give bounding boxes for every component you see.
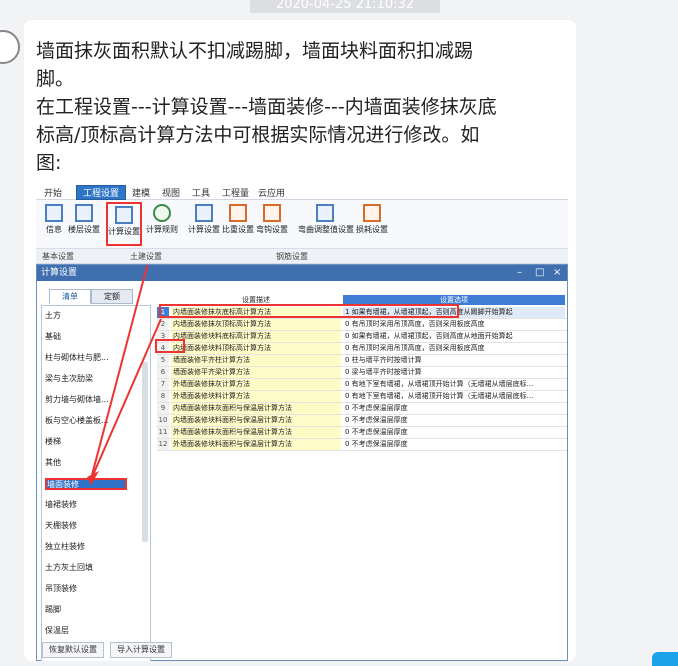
menu-item[interactable]: 开始 <box>44 186 62 199</box>
ribbon-button-calc-rules[interactable]: 计算规则 <box>144 202 180 246</box>
ribbon-button-weight[interactable]: 比重设置 <box>220 202 256 246</box>
message-line: 标高/顶标高计算方法中可根据实际情况进行修改。如 <box>36 124 480 146</box>
info-icon <box>45 204 63 222</box>
hook-icon <box>263 204 281 222</box>
ribbon-button-calc-settings[interactable]: 计算设置 <box>106 202 142 246</box>
corner-badge[interactable] <box>652 652 678 666</box>
ribbon-button-bend[interactable]: 弯曲调整值设置 <box>298 202 354 246</box>
avatar[interactable] <box>0 30 20 64</box>
menu-item[interactable]: 云应用 <box>258 186 285 199</box>
message-line: 脚。 <box>36 68 75 90</box>
app-menu-bar: 开始 工程设置 建模 视图 工具 工程量 云应用 <box>36 184 568 200</box>
menu-item[interactable]: 工具 <box>192 186 210 199</box>
ribbon-label: 比重设置 <box>222 225 254 234</box>
weight-icon <box>229 204 247 222</box>
ribbon-label: 楼层设置 <box>68 225 100 234</box>
ribbon-button-hook[interactable]: 弯钩设置 <box>254 202 290 246</box>
menu-item-active[interactable]: 工程设置 <box>76 185 127 200</box>
menu-item[interactable]: 视图 <box>162 186 180 199</box>
message-text: 墙面抹灰面积默认不扣减踢脚，墙面块料面积扣减踢 脚。 在工程设置---计算设置-… <box>36 37 566 177</box>
ribbon-group-label: 土建设置 <box>130 252 162 261</box>
ribbon-group-label: 基本设置 <box>42 252 74 261</box>
message-line: 墙面抹灰面积默认不扣减踢脚，墙面块料面积扣减踢 <box>36 40 474 62</box>
loss-icon <box>363 204 381 222</box>
ribbon-label: 计算规则 <box>146 225 178 234</box>
ribbon-label: 弯钩设置 <box>256 225 288 234</box>
ribbon-button-rebar-calc[interactable]: 计算设置 <box>186 202 222 246</box>
calc-settings-icon <box>115 206 133 224</box>
bend-icon <box>316 204 334 222</box>
menu-item[interactable]: 工程量 <box>222 186 249 199</box>
ribbon-label: 计算设置 <box>108 227 140 236</box>
ribbon-label: 计算设置 <box>188 225 220 234</box>
restore-default-button[interactable]: 恢复默认设置 <box>42 642 104 658</box>
menu-item[interactable]: 建模 <box>132 186 150 199</box>
calc-settings-dialog: 计算设置 – □ × 清单 定额 土方 基础 柱与砌体柱与肥... 梁与主次肋梁… <box>36 264 568 661</box>
rebar-calc-icon <box>195 204 213 222</box>
annotation-arrow <box>91 265 149 476</box>
calc-rules-icon <box>153 204 171 222</box>
message-line: 图: <box>36 152 62 174</box>
floor-icon <box>75 204 93 222</box>
import-settings-button[interactable]: 导入计算设置 <box>110 642 172 658</box>
embedded-screenshot[interactable]: 开始 工程设置 建模 视图 工具 工程量 云应用 信息 楼层设置 计算设置 计算… <box>36 184 568 661</box>
message-timestamp: 2020-04-25 21:10:32 <box>250 0 440 13</box>
ribbon-groups: 基本设置 土建设置 钢筋设置 <box>36 248 568 264</box>
ribbon-button-floor[interactable]: 楼层设置 <box>66 202 102 246</box>
message-line: 在工程设置---计算设置---墙面装修---内墙面装修抹灰底 <box>36 96 497 118</box>
ribbon-group-label: 钢筋设置 <box>276 252 308 261</box>
annotation-arrows <box>87 265 162 485</box>
ribbon-label: 弯曲调整值设置 <box>298 225 354 234</box>
ribbon-label: 损耗设置 <box>356 225 388 234</box>
dialog-footer: 恢复默认设置 导入计算设置 <box>24 632 576 661</box>
ribbon-button-loss[interactable]: 损耗设置 <box>354 202 390 246</box>
ribbon-toolbar: 信息 楼层设置 计算设置 计算规则 计算设置 比重设置 弯钩设置 弯曲调整值设置… <box>36 200 568 248</box>
